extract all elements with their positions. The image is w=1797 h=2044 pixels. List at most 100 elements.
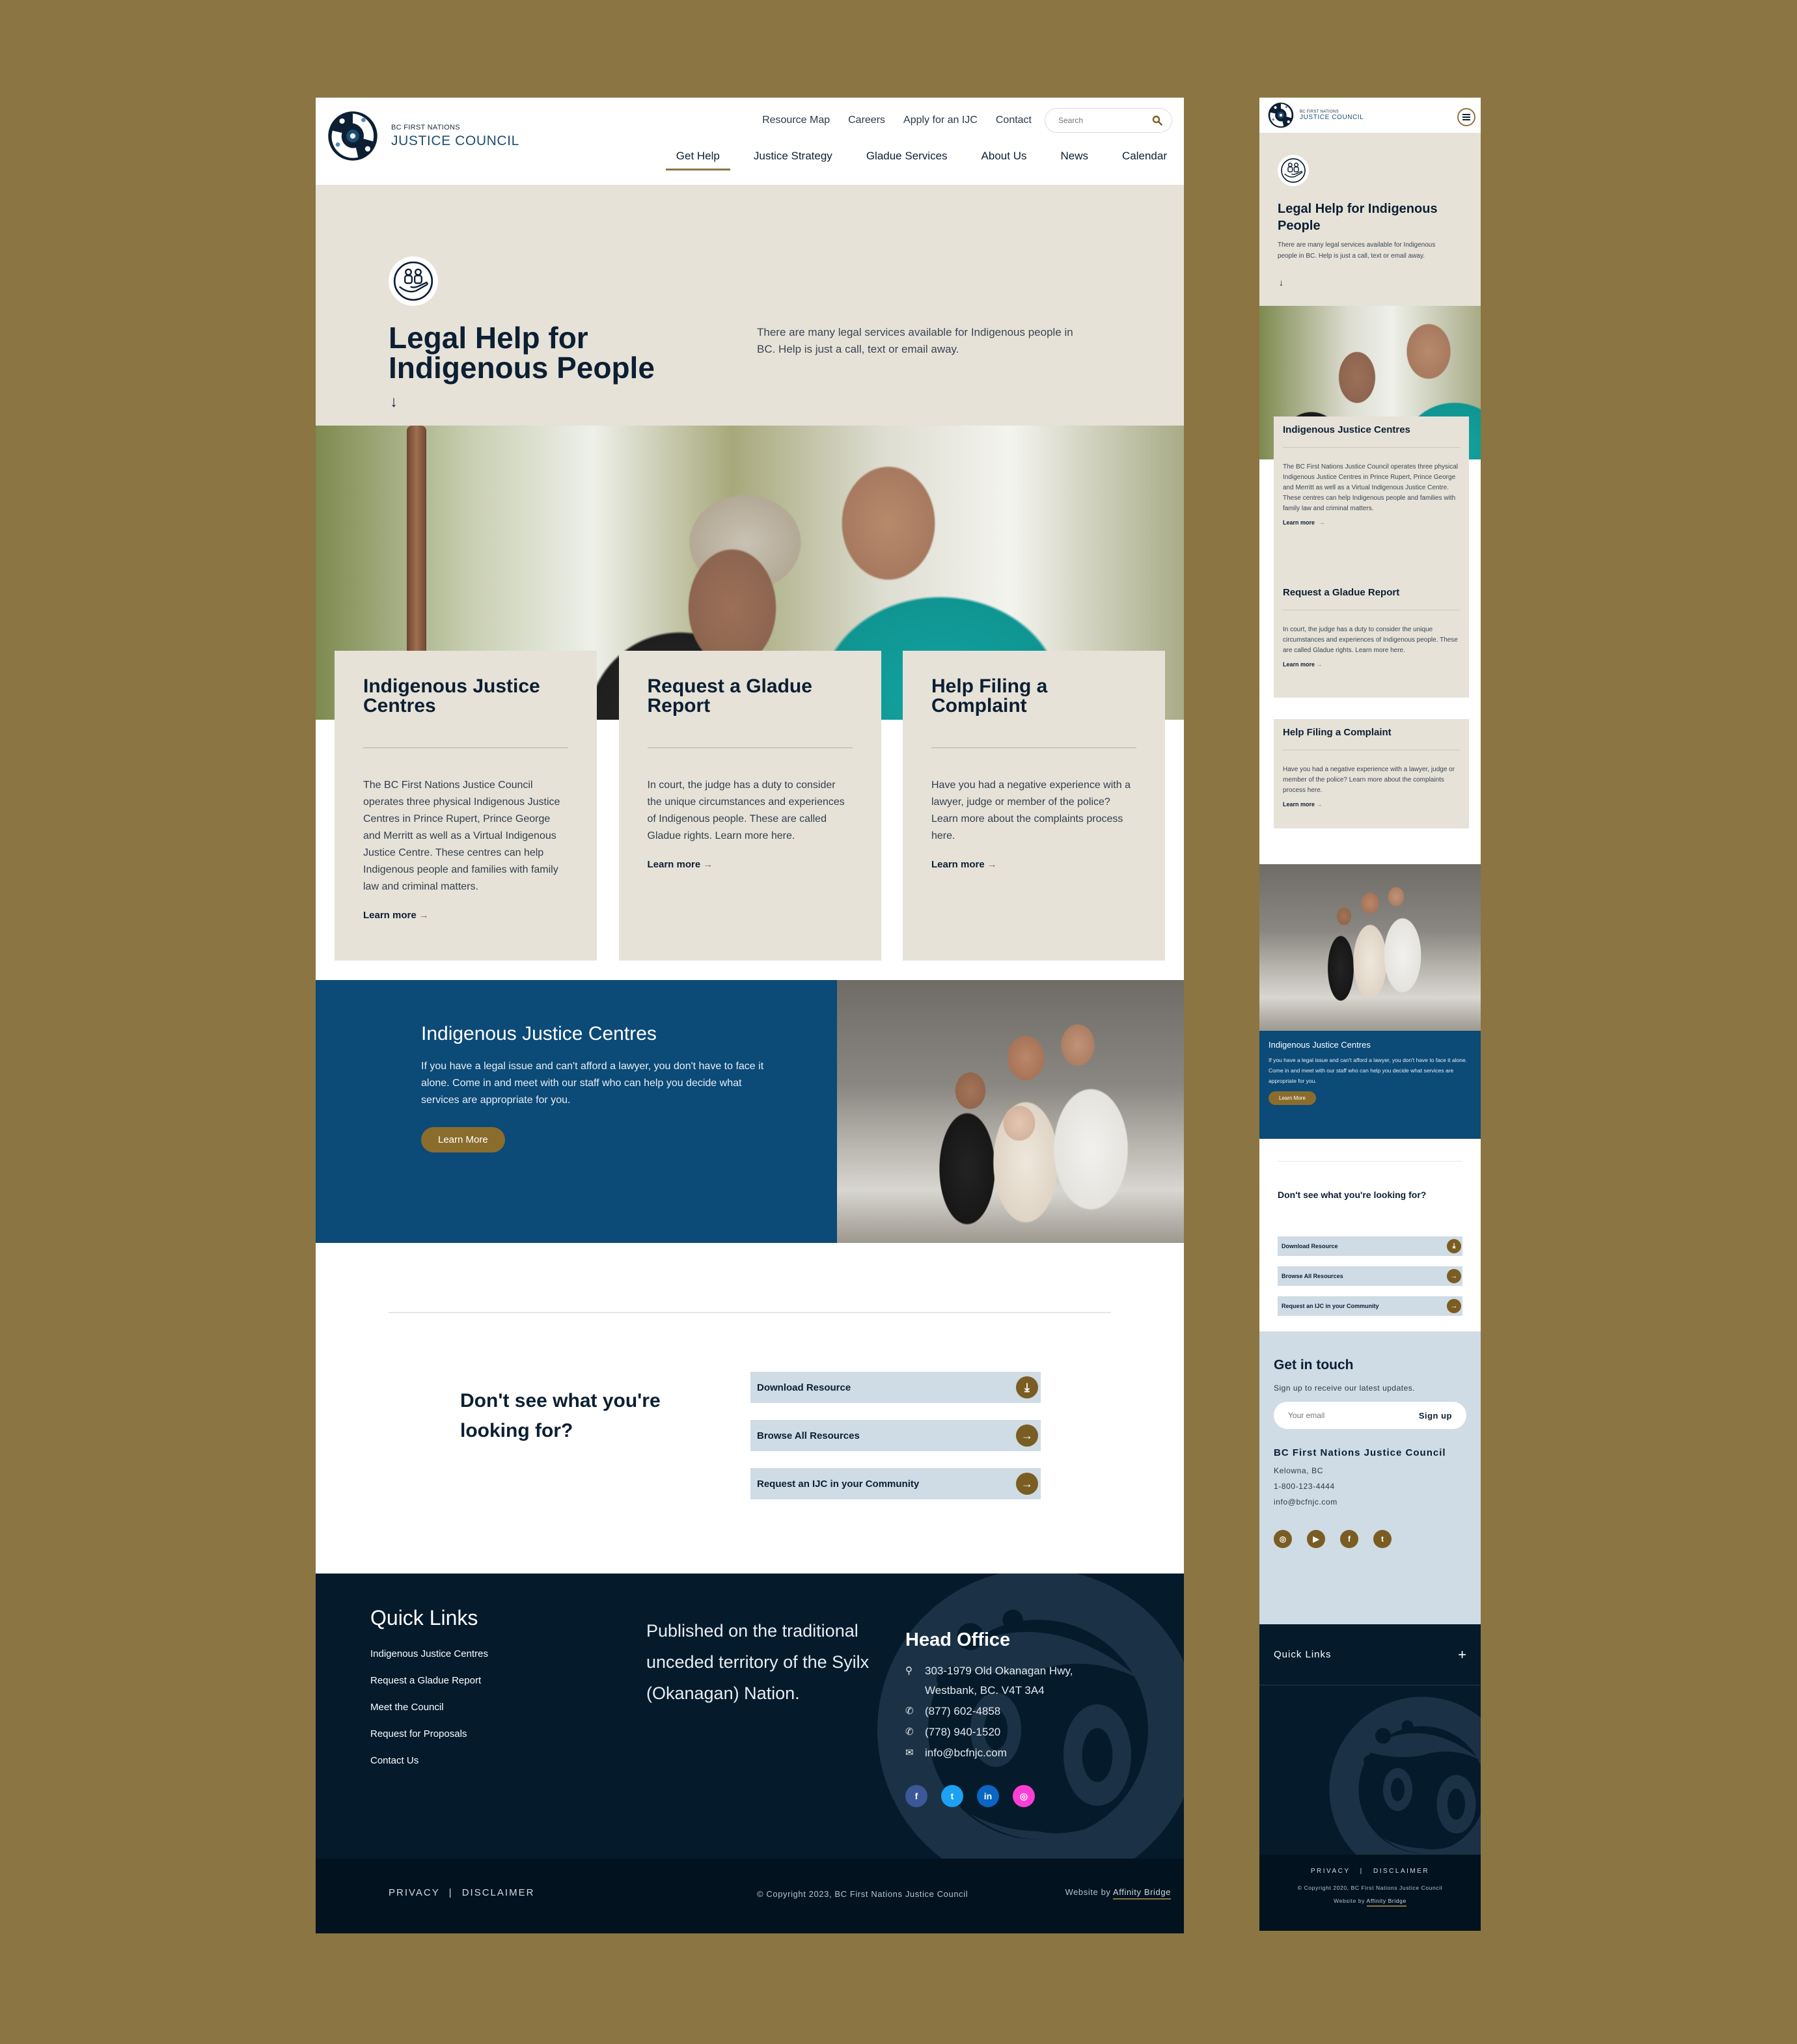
youtube-icon[interactable]: ▶ [1307,1530,1325,1548]
card-learn-more-link[interactable]: Learn more → [648,859,713,870]
feature-learn-more-button[interactable]: Learn More [421,1127,505,1152]
separator: | [1360,1868,1364,1875]
office-phone-2[interactable]: (778) 940-1520 [925,1723,1000,1742]
hero-section: Legal Help for Indigenous People There a… [316,185,1184,426]
privacy-link[interactable]: PRIVACY [389,1887,439,1898]
footer-link[interactable]: Meet the Council [370,1702,488,1713]
card-learn-more-link[interactable]: Learn more → [1283,801,1323,808]
affinity-bridge-link[interactable]: Affinity Bridge [1113,1887,1171,1900]
family-photo [1259,864,1481,1031]
card-learn-more-link[interactable]: Learn more → [363,910,429,921]
feature-learn-more-button[interactable]: Learn More [1269,1091,1316,1105]
map-pin-icon: ⚲ [905,1665,912,1676]
footer-link[interactable]: Contact Us [370,1755,488,1766]
head-office-title: Head Office [905,1629,1011,1650]
cta-request-ijc[interactable]: Request an IJC in your Community → [750,1468,1041,1499]
card-text: Have you had a negative experience with … [1283,766,1455,794]
email-input[interactable] [1288,1411,1373,1420]
nav-get-help[interactable]: Get Help [665,150,730,170]
nav-justice-strategy[interactable]: Justice Strategy [754,150,832,170]
org-phone[interactable]: 1-800-123-4444 [1274,1482,1466,1491]
quick-links-accordion[interactable]: Quick Links + [1259,1624,1481,1685]
search-box [1045,108,1172,133]
search-icon[interactable] [1152,115,1162,126]
logo-emblem-icon [326,109,379,163]
site-header: BC FIRST NATIONS JUSTICE COUNCIL Resourc… [316,98,1184,185]
util-link-contact[interactable]: Contact [996,115,1032,126]
disclaimer-link[interactable]: DISCLAIMER [1373,1868,1429,1875]
scroll-down-arrow-icon[interactable]: ↓ [390,393,398,411]
cta-browse-resources[interactable]: Browse All Resources → [1278,1266,1462,1286]
site-logo[interactable]: BC FIRST NATIONS JUSTICE COUNCIL [326,109,519,163]
util-link-resource-map[interactable]: Resource Map [762,115,830,126]
newsletter-subtitle: Sign up to receive our latest updates. [1274,1383,1416,1393]
plus-icon[interactable]: + [1458,1646,1466,1663]
card-divider [363,747,568,748]
arrow-right-icon: → [703,859,713,870]
get-in-touch-title: Get in touch [1274,1357,1354,1372]
card-text: In court, the judge has a duty to consid… [647,780,845,841]
util-link-careers[interactable]: Careers [848,115,885,126]
linkedin-icon[interactable]: in [977,1785,999,1807]
feature-title: Indigenous Justice Centres [421,1023,657,1044]
arrow-right-icon: → [1316,661,1323,668]
cta-request-ijc[interactable]: Request an IJC in your Community → [1278,1296,1462,1316]
logo-line2: JUSTICE COUNCIL [1300,113,1364,121]
cta-title: Don't see what you're looking for? [1278,1190,1427,1200]
download-icon: ⤓ [1447,1239,1461,1253]
nav-about-us[interactable]: About Us [981,150,1027,170]
twitter-icon[interactable]: t [941,1785,963,1807]
org-email[interactable]: info@bcfnjc.com [1274,1497,1466,1506]
nav-calendar[interactable]: Calendar [1122,150,1167,170]
arrow-right-icon: → [1016,1424,1038,1447]
head-office: Head Office ⚲ 303-1979 Old Okanagan Hwy, … [905,1629,1127,1807]
footer-link[interactable]: Indigenous Justice Centres [370,1648,488,1659]
card-learn-more-link[interactable]: Learn more → [931,859,997,870]
facebook-icon[interactable]: f [1340,1530,1358,1548]
hands-people-icon [1278,155,1309,186]
nav-news[interactable]: News [1060,150,1088,170]
scroll-down-arrow-icon[interactable]: ↓ [1279,277,1283,288]
arrow-right-icon: → [1447,1299,1461,1313]
disclaimer-link[interactable]: DISCLAIMER [462,1887,535,1898]
footer-art [1259,1685,1481,1855]
newsletter-form: Sign up [1274,1402,1466,1429]
search-input[interactable] [1058,116,1136,125]
site-logo[interactable]: BC FIRST NATIONS JUSTICE COUNCIL [1267,102,1364,129]
website-credit: Website by Affinity Bridge [1065,1887,1171,1900]
office-address: 303-1979 Old Okanagan Hwy, Westbank, BC.… [925,1665,1073,1697]
arrow-right-icon: → [1447,1269,1461,1283]
copyright: © Copyright 2023, BC First Nations Justi… [757,1889,968,1899]
cta-browse-resources[interactable]: Browse All Resources → [750,1420,1041,1451]
hero-section: Legal Help for Indigenous People There a… [1259,133,1481,306]
hamburger-icon[interactable] [1457,108,1475,126]
mail-icon: ✉ [905,1747,914,1758]
card-title: Request a Gladue Report [1283,587,1400,598]
hero-text: There are many legal services available … [1278,241,1436,260]
twitter-icon[interactable]: t [1373,1530,1392,1548]
land-acknowledgement: Published on the traditional unceded ter… [646,1621,870,1703]
get-in-touch: Get in touch Sign up to receive our late… [1259,1331,1481,1624]
nav-gladue-services[interactable]: Gladue Services [866,150,948,170]
org-name: BC First Nations Justice Council [1274,1447,1446,1458]
affinity-bridge-link[interactable]: Affinity Bridge [1366,1898,1406,1907]
phone-icon: ✆ [905,1726,914,1737]
cta-download-resource[interactable]: Download Resource ⤓ [1278,1236,1462,1256]
cta-download-resource[interactable]: Download Resource ⤓ [750,1372,1041,1403]
card-learn-more-link[interactable]: Learn more → [1283,661,1323,668]
util-link-apply-ijc[interactable]: Apply for an IJC [903,115,978,126]
resources-cta: Don't see what you're looking for? Downl… [316,1243,1184,1574]
instagram-icon[interactable]: ◎ [1013,1785,1035,1807]
mobile-page: BC FIRST NATIONS JUSTICE COUNCIL Legal H… [1259,98,1481,1931]
card-filing-complaint: Help Filing a Complaint Have you had a n… [1274,719,1469,828]
logo-line1: BC FIRST NATIONS [391,124,460,131]
office-phone-1[interactable]: (877) 602-4858 [925,1702,1000,1721]
footer-link[interactable]: Request for Proposals [370,1728,488,1739]
facebook-icon[interactable]: f [905,1785,927,1807]
privacy-link[interactable]: PRIVACY [1311,1868,1350,1875]
office-email[interactable]: info@bcfnjc.com [925,1743,1007,1763]
footer-link[interactable]: Request a Gladue Report [370,1675,488,1686]
sign-up-button[interactable]: Sign up [1419,1411,1452,1421]
instagram-icon[interactable]: ◎ [1274,1530,1292,1548]
card-learn-more-link[interactable]: Learn more → [1283,519,1325,526]
